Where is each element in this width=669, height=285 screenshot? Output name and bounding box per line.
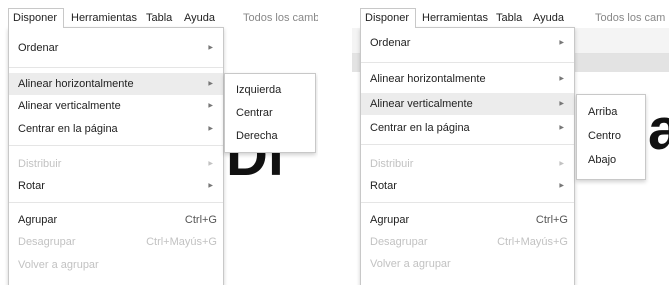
align-vertical-submenu: Arriba Centro Abajo <box>576 94 646 180</box>
submenu-item-label: Centro <box>588 130 622 142</box>
menu-item-label: Alinear verticalmente <box>370 98 473 110</box>
menu-tabla[interactable]: Tabla <box>142 8 176 28</box>
submenu-item-label: Arriba <box>588 106 618 118</box>
submenu-arrow-icon: ▶ <box>208 126 213 132</box>
menu-item-desagrupar: Desagrupar Ctrl+Mayús+G <box>9 231 223 253</box>
menu-item-alinear-horizontalmente[interactable]: Alinear horizontalmente ▶ <box>361 68 574 90</box>
menu-item-label: Ordenar <box>18 42 59 54</box>
left-screenshot-panel: Di Disponer Herramientas Tabla Ayuda Tod… <box>0 0 318 285</box>
menu-separator <box>9 67 223 68</box>
shortcut-label: Ctrl+Mayús+G <box>497 236 568 248</box>
menu-item-alinear-verticalmente[interactable]: Alinear verticalmente ▶ <box>361 93 574 115</box>
menu-item-distribuir: Distribuir ▶ <box>9 153 223 175</box>
menu-separator <box>361 144 574 145</box>
menu-item-distribuir: Distribuir ▶ <box>361 153 574 175</box>
menu-item-ordenar[interactable]: Ordenar ▶ <box>361 32 574 54</box>
submenu-arrow-icon: ▶ <box>208 161 213 167</box>
menu-item-label: Alinear horizontalmente <box>18 78 134 90</box>
menu-item-label: Distribuir <box>370 158 414 170</box>
menu-item-rotar[interactable]: Rotar ▶ <box>361 175 574 197</box>
submenu-arrow-icon: ▶ <box>208 103 213 109</box>
menu-item-label: Desagrupar <box>370 236 428 248</box>
menu-item-desagrupar: Desagrupar Ctrl+Mayús+G <box>361 231 574 253</box>
menu-item-alinear-horizontalmente[interactable]: Alinear horizontalmente ▶ <box>9 73 223 95</box>
menu-item-label: Volver a agrupar <box>370 258 451 270</box>
menu-item-label: Alinear horizontalmente <box>370 73 486 85</box>
submenu-item-derecha[interactable]: Derecha <box>225 124 315 148</box>
shortcut-label: Ctrl+Mayús+G <box>146 236 217 248</box>
menu-item-alinear-verticalmente[interactable]: Alinear verticalmente ▶ <box>9 95 223 117</box>
menu-disponer[interactable]: Disponer <box>8 8 64 28</box>
arrange-menu: Ordenar ▶ Alinear horizontalmente ▶ Alin… <box>360 27 575 285</box>
menu-item-label: Distribuir <box>18 158 62 170</box>
menu-tabla[interactable]: Tabla <box>492 8 526 28</box>
menu-item-volver-a-agrupar: Volver a agrupar <box>9 254 223 276</box>
menu-separator <box>361 202 574 203</box>
submenu-item-centrar[interactable]: Centrar <box>225 101 315 125</box>
menu-item-label: Centrar en la página <box>18 123 118 135</box>
menu-separator <box>9 145 223 146</box>
menu-item-label: Volver a agrupar <box>18 259 99 271</box>
menu-item-label: Alinear verticalmente <box>18 100 121 112</box>
menu-item-ordenar[interactable]: Ordenar ▶ <box>9 37 223 59</box>
menu-separator <box>361 62 574 63</box>
submenu-arrow-icon: ▶ <box>559 40 564 46</box>
submenu-arrow-icon: ▶ <box>559 161 564 167</box>
menu-bar: Disponer Herramientas Tabla Ayuda Todos … <box>0 8 318 28</box>
menu-herramientas[interactable]: Herramientas <box>67 8 141 28</box>
submenu-item-label: Izquierda <box>236 84 282 96</box>
menu-herramientas[interactable]: Herramientas <box>418 8 492 28</box>
submenu-item-label: Abajo <box>588 154 617 166</box>
menu-item-label: Centrar en la página <box>370 122 470 134</box>
shortcut-label: Ctrl+G <box>184 214 217 226</box>
menu-item-centrar-en-la-pagina[interactable]: Centrar en la página ▶ <box>361 117 574 139</box>
menu-item-label: Agrupar <box>370 214 410 226</box>
save-status: Todos los camb <box>243 12 318 24</box>
menu-item-agrupar[interactable]: Agrupar Ctrl+G <box>361 209 574 231</box>
menu-bar: Disponer Herramientas Tabla Ayuda Todos … <box>352 8 669 28</box>
menu-item-label: Ordenar <box>370 37 411 49</box>
menu-item-label: Rotar <box>370 180 397 192</box>
canvas-slide-text: a <box>648 97 669 162</box>
menu-ayuda[interactable]: Ayuda <box>529 8 568 28</box>
arrange-menu: Ordenar ▶ Alinear horizontalmente ▶ Alin… <box>8 27 224 285</box>
submenu-item-label: Derecha <box>236 130 278 142</box>
submenu-item-arriba[interactable]: Arriba <box>577 100 645 124</box>
submenu-arrow-icon: ▶ <box>559 183 564 189</box>
menu-item-centrar-en-la-pagina[interactable]: Centrar en la página ▶ <box>9 118 223 140</box>
menu-item-agrupar[interactable]: Agrupar Ctrl+G <box>9 209 223 231</box>
submenu-item-centro[interactable]: Centro <box>577 124 645 148</box>
submenu-arrow-icon: ▶ <box>559 125 564 131</box>
menu-item-label: Rotar <box>18 180 45 192</box>
menu-item-label: Desagrupar <box>18 236 76 248</box>
menu-item-label: Agrupar <box>18 214 58 226</box>
submenu-arrow-icon: ▶ <box>559 101 564 107</box>
menu-item-rotar[interactable]: Rotar ▶ <box>9 175 223 197</box>
menu-item-volver-a-agrupar: Volver a agrupar <box>361 253 574 275</box>
submenu-item-label: Centrar <box>236 107 273 119</box>
submenu-arrow-icon: ▶ <box>208 81 213 87</box>
menu-ayuda[interactable]: Ayuda <box>180 8 219 28</box>
submenu-item-abajo[interactable]: Abajo <box>577 148 645 172</box>
submenu-item-izquierda[interactable]: Izquierda <box>225 78 315 102</box>
menu-separator <box>9 202 223 203</box>
save-status: Todos los cam <box>595 12 666 24</box>
submenu-arrow-icon: ▶ <box>559 76 564 82</box>
submenu-arrow-icon: ▶ <box>208 45 213 51</box>
align-horizontal-submenu: Izquierda Centrar Derecha <box>224 73 316 153</box>
submenu-arrow-icon: ▶ <box>208 183 213 189</box>
menu-disponer[interactable]: Disponer <box>360 8 416 28</box>
right-screenshot-panel: a Disponer Herramientas Tabla Ayuda Todo… <box>352 0 669 285</box>
shortcut-label: Ctrl+G <box>535 214 568 226</box>
